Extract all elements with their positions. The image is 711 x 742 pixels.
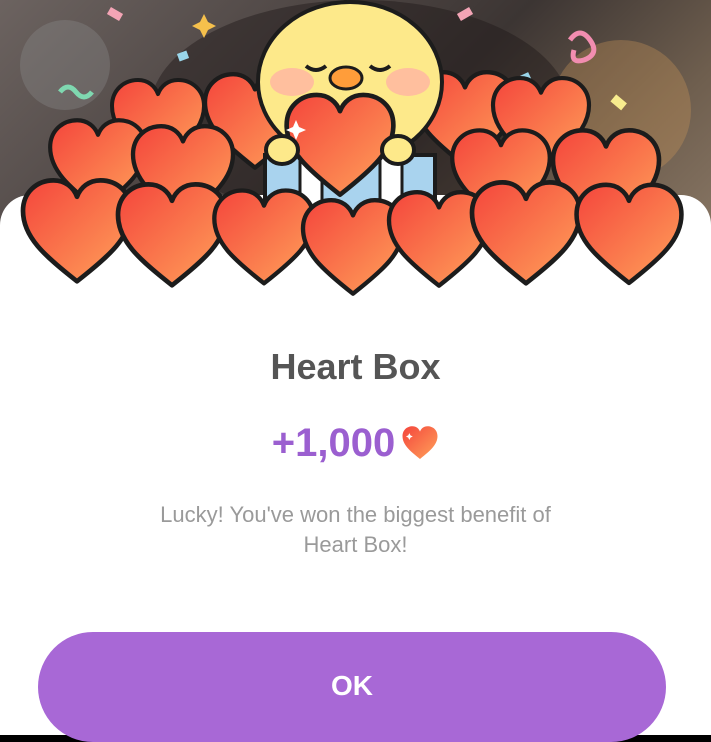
dialog-title: Heart Box — [270, 346, 441, 387]
ok-button[interactable]: OK — [38, 632, 666, 742]
reward-message-line1: Lucky! You've won the biggest benefit of — [160, 502, 551, 527]
reward-message-line2: Heart Box! — [303, 532, 408, 557]
reward-amount-row: +1,000 — [0, 418, 711, 468]
heart-icon — [402, 426, 438, 459]
reward-message: Lucky! You've won the biggest benefit of… — [100, 500, 611, 560]
reward-amount: +1,000 — [271, 420, 396, 465]
chick-holding-heart-icon — [0, 0, 711, 310]
